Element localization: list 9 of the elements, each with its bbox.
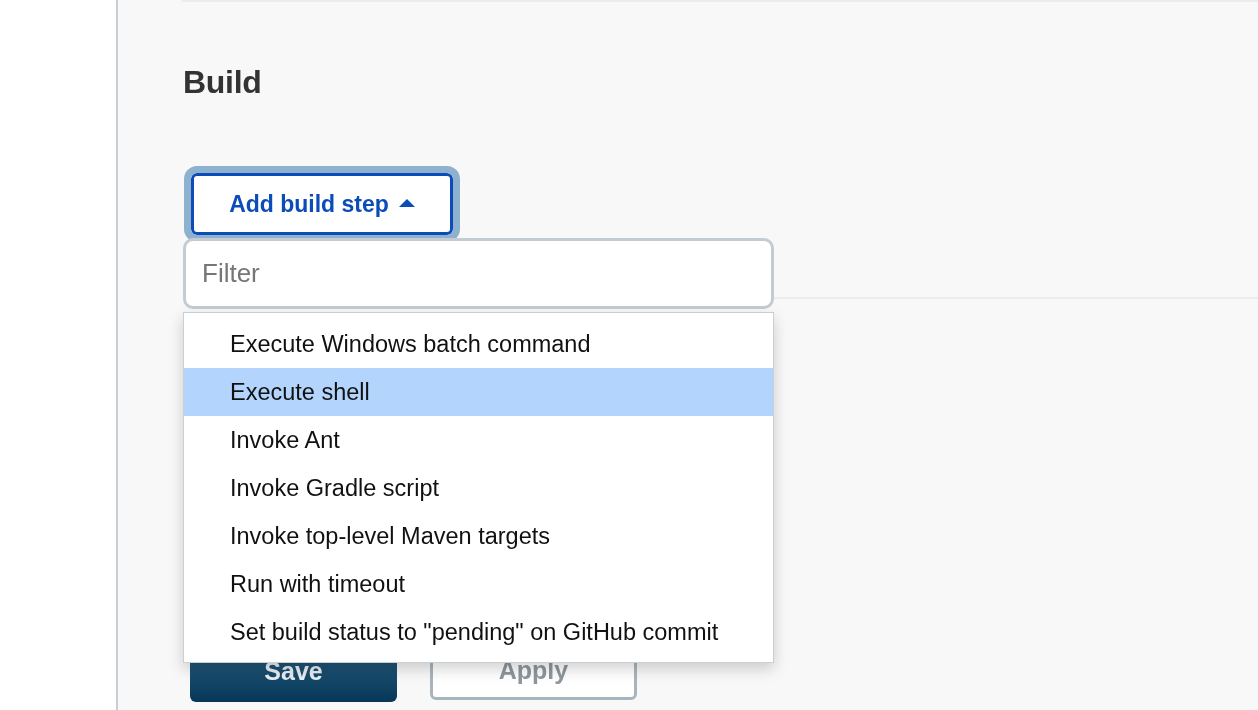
menu-item[interactable]: Invoke Gradle script	[184, 464, 773, 512]
menu-item[interactable]: Run with timeout	[184, 560, 773, 608]
menu-item[interactable]: Execute shell	[184, 368, 773, 416]
filter-field[interactable]: Filter	[183, 238, 774, 309]
section-title: Build	[183, 63, 262, 101]
menu-item[interactable]: Invoke top-level Maven targets	[184, 512, 773, 560]
add-build-step-button[interactable]: Add build step	[184, 166, 460, 242]
menu-item[interactable]: Invoke Ant	[184, 416, 773, 464]
menu-item[interactable]: Execute Windows batch command	[184, 320, 773, 368]
